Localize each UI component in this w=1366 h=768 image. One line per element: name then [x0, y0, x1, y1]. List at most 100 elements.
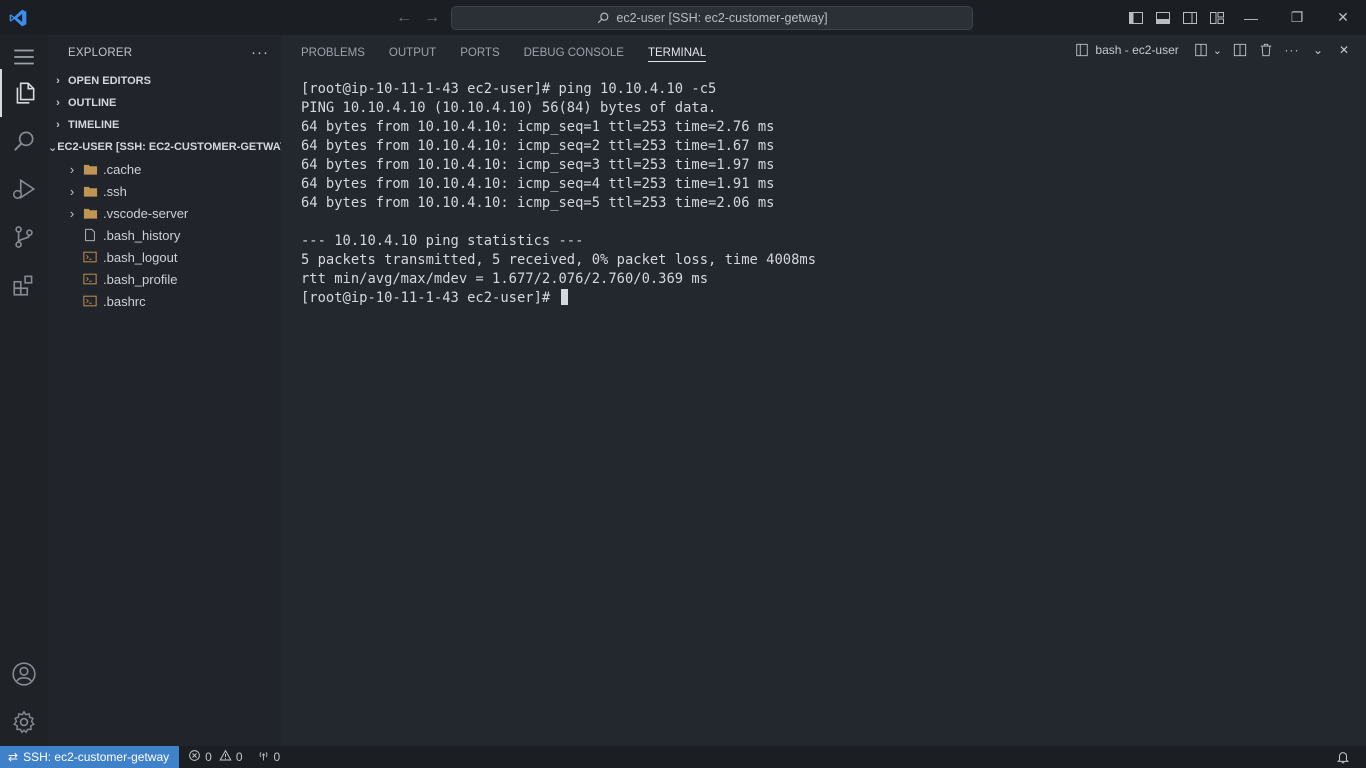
- search-text: ec2-user [SSH: ec2-customer-getway]: [616, 11, 828, 25]
- file-icon: [82, 227, 98, 243]
- warning-icon: [219, 749, 232, 765]
- ports-status[interactable]: 0: [257, 749, 281, 765]
- shell-file-icon: [82, 249, 98, 265]
- broadcast-icon: [257, 749, 270, 765]
- search-icon: [598, 12, 609, 24]
- terminal-icon: [1074, 42, 1090, 58]
- warning-count: 0: [235, 750, 243, 764]
- section-label: TIMELINE: [68, 119, 120, 131]
- maximize-panel-icon[interactable]: ⌄: [1310, 42, 1326, 58]
- explorer-title: EXPLORER: [68, 46, 133, 59]
- toggle-panel-icon[interactable]: [1153, 8, 1172, 27]
- problems-status[interactable]: 0 0: [188, 749, 243, 765]
- remote-indicator[interactable]: ⇄ SSH: ec2-customer-getway: [0, 746, 180, 768]
- file-label: .bash_profile: [103, 271, 178, 287]
- title-bar: ← → ec2-user [SSH: ec2-customer-getway] …: [0, 0, 1366, 35]
- folder-icon: [82, 161, 98, 177]
- terminal-line: ​: [301, 213, 816, 232]
- close-icon[interactable]: ✕: [1320, 0, 1366, 35]
- command-center-search[interactable]: ec2-user [SSH: ec2-customer-getway]: [451, 6, 973, 30]
- chevron-down-icon[interactable]: ⌄: [1213, 44, 1222, 57]
- terminal-prompt-line[interactable]: [root@ip-10-11-1-43 ec2-user]#: [301, 289, 816, 308]
- folder-item[interactable]: › .cache: [48, 158, 281, 180]
- file-item[interactable]: .bash_profile: [48, 268, 281, 290]
- folder-label: .vscode-server: [103, 205, 189, 221]
- terminal-line: 64 bytes from 10.10.4.10: icmp_seq=3 ttl…: [301, 157, 775, 173]
- chevron-right-icon: ›: [56, 119, 60, 131]
- section-label: OUTLINE: [68, 97, 117, 109]
- panel-actions: bash - ec2-user ⌄ ··· ⌄ ✕: [1074, 42, 1352, 58]
- chevron-down-icon: ⌄: [48, 141, 58, 154]
- section-label: EC2-USER [SSH: EC2-CUSTOMER-GETWAY]: [57, 141, 281, 153]
- chevron-right-icon: ›: [56, 75, 60, 87]
- folder-item[interactable]: › .vscode-server: [48, 202, 281, 224]
- section-open-editors[interactable]: › OPEN EDITORS: [48, 70, 281, 92]
- folder-icon: [82, 205, 98, 221]
- folder-icon: [82, 183, 98, 199]
- terminal-line: PING 10.10.4.10 (10.10.4.10) 56(84) byte…: [301, 100, 717, 116]
- toggle-secondary-sidebar-icon[interactable]: [1180, 8, 1199, 27]
- terminal-line: 64 bytes from 10.10.4.10: icmp_seq=4 ttl…: [301, 176, 775, 192]
- remote-label: SSH: ec2-customer-getway: [23, 750, 170, 764]
- folder-item[interactable]: › .ssh: [48, 180, 281, 202]
- source-control-icon[interactable]: [0, 213, 48, 261]
- terminal-prompt: [root@ip-10-11-1-43 ec2-user]#: [301, 290, 559, 306]
- search-icon[interactable]: [0, 117, 48, 165]
- settings-gear-icon[interactable]: [0, 698, 48, 746]
- terminal-output[interactable]: [root@ip-10-11-1-43 ec2-user]# ping 10.1…: [301, 80, 816, 308]
- terminal-line: 64 bytes from 10.10.4.10: icmp_seq=1 ttl…: [301, 119, 775, 135]
- more-actions-icon[interactable]: ···: [251, 44, 269, 61]
- new-terminal-icon[interactable]: [1193, 42, 1209, 58]
- chevron-right-icon: ›: [56, 97, 60, 109]
- split-terminal-icon[interactable]: [1232, 42, 1248, 58]
- error-icon: [188, 749, 201, 765]
- terminal-cursor: [560, 289, 568, 305]
- file-label: .bash_logout: [103, 249, 178, 265]
- terminal-name: bash - ec2-user: [1095, 43, 1179, 57]
- back-arrow-icon[interactable]: ←: [394, 8, 414, 28]
- more-actions-icon[interactable]: ···: [1284, 42, 1300, 58]
- file-label: .bash_history: [103, 227, 181, 243]
- account-icon[interactable]: [0, 650, 48, 698]
- shell-file-icon: [82, 271, 98, 287]
- vscode-logo-icon: [8, 8, 28, 28]
- ports-count: 0: [273, 750, 281, 764]
- remote-icon: ⇄: [8, 750, 19, 764]
- customize-layout-icon[interactable]: [1207, 8, 1226, 27]
- activity-bar: [0, 35, 48, 746]
- extensions-icon[interactable]: [0, 261, 48, 309]
- file-item[interactable]: .bash_logout: [48, 246, 281, 268]
- notifications-bell-icon[interactable]: [1336, 750, 1350, 764]
- minimize-icon[interactable]: —: [1228, 0, 1274, 35]
- close-panel-icon[interactable]: ✕: [1336, 42, 1352, 58]
- tab-output[interactable]: OUTPUT: [389, 35, 436, 70]
- terminal-line: rtt min/avg/max/mdev = 1.677/2.076/2.760…: [301, 271, 709, 287]
- tab-problems[interactable]: PROBLEMS: [301, 35, 365, 70]
- trash-icon[interactable]: [1258, 42, 1274, 58]
- terminal-selector[interactable]: bash - ec2-user: [1074, 42, 1179, 58]
- file-label: .bashrc: [103, 293, 146, 309]
- explorer-sidebar: EXPLORER ··· › OPEN EDITORS › OUTLINE › …: [48, 35, 281, 746]
- chevron-right-icon: ›: [69, 161, 75, 177]
- chevron-right-icon: ›: [69, 183, 75, 199]
- forward-arrow-icon[interactable]: →: [422, 8, 442, 28]
- shell-file-icon: [82, 293, 98, 309]
- error-count: 0: [205, 750, 212, 764]
- restore-icon[interactable]: ❐: [1274, 0, 1320, 35]
- folder-label: .cache: [103, 161, 142, 177]
- section-workspace[interactable]: ⌄ EC2-USER [SSH: EC2-CUSTOMER-GETWAY]: [48, 136, 281, 158]
- tab-ports[interactable]: PORTS: [460, 35, 499, 70]
- file-item[interactable]: .bash_history: [48, 224, 281, 246]
- explorer-icon[interactable]: [0, 69, 48, 117]
- chevron-right-icon: ›: [69, 205, 75, 221]
- panel-tabs: PROBLEMS OUTPUT PORTS DEBUG CONSOLE TERM…: [301, 35, 707, 70]
- tab-debug-console[interactable]: DEBUG CONSOLE: [524, 35, 624, 70]
- section-timeline[interactable]: › TIMELINE: [48, 114, 281, 136]
- terminal-line: 5 packets transmitted, 5 received, 0% pa…: [301, 252, 816, 268]
- bottom-panel: PROBLEMS OUTPUT PORTS DEBUG CONSOLE TERM…: [281, 35, 1366, 746]
- toggle-primary-sidebar-icon[interactable]: [1126, 8, 1145, 27]
- file-item[interactable]: .bashrc: [48, 290, 281, 312]
- run-debug-icon[interactable]: [0, 165, 48, 213]
- tab-terminal[interactable]: TERMINAL: [647, 35, 707, 70]
- section-outline[interactable]: › OUTLINE: [48, 92, 281, 114]
